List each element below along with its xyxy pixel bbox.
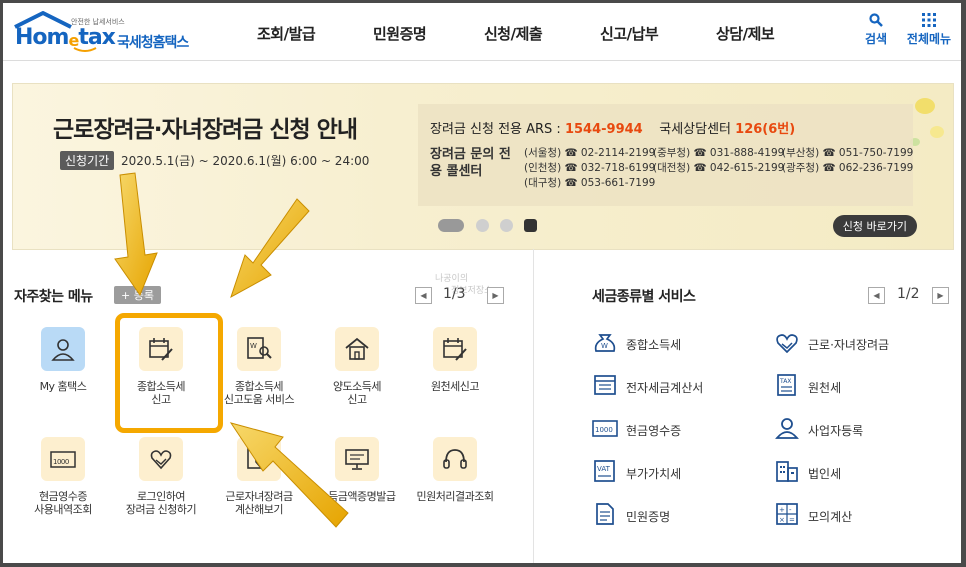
center-number: 126(6번) bbox=[735, 122, 796, 137]
regional-contacts: (서울청) ☎ 02-2114-2199(중부청) ☎ 031-888-4199… bbox=[524, 146, 914, 191]
menu-item-cash-receipt-history[interactable]: 1000 현금영수증 사용내역조회 bbox=[15, 437, 111, 516]
money-bag-icon: W bbox=[594, 334, 616, 352]
register-button[interactable]: + 등록 bbox=[114, 286, 161, 304]
ars-line: 장려금 신청 전용 ARS : 1544-9944 국세상담센터 126(6번) bbox=[430, 122, 796, 137]
carousel-dot-2[interactable] bbox=[476, 219, 489, 232]
apply-shortcut-button[interactable]: 신청 바로가기 bbox=[832, 215, 917, 237]
nav-civil-certificate[interactable]: 민원증명 bbox=[373, 23, 427, 44]
incentive-banner[interactable]: 근로장려금·자녀장려금 신청 안내 신청기간 2020.5.1(금) ~ 202… bbox=[12, 83, 954, 250]
nav-apply-submit[interactable]: 신청/제출 bbox=[484, 23, 543, 44]
contact-row: (대구청) ☎ 053-661-7199 bbox=[524, 177, 656, 189]
menu-item-incentive-calculator[interactable]: 근로자녀장려금 계산해보기 bbox=[211, 437, 307, 516]
svg-text:W: W bbox=[601, 342, 608, 350]
search-icon bbox=[869, 13, 883, 27]
person-icon bbox=[51, 339, 75, 361]
favorites-page-indicator: 1/3 bbox=[443, 286, 466, 302]
favorites-prev-button[interactable]: ◀ bbox=[415, 287, 432, 304]
menu-item-capital-gains-tax[interactable]: 양도소득세 신고 bbox=[309, 327, 405, 406]
svg-text:VAT: VAT bbox=[597, 465, 611, 473]
person-icon bbox=[775, 418, 799, 439]
nav-report-pay[interactable]: 신고/납부 bbox=[600, 23, 659, 44]
nav-inquiry-issue[interactable]: 조회/발급 bbox=[257, 23, 316, 44]
search-button[interactable]: 검색 bbox=[853, 13, 899, 47]
tax-prev-button[interactable]: ◀ bbox=[868, 287, 885, 304]
menu-item-civil-result[interactable]: 민원처리결과조회 bbox=[407, 437, 503, 503]
menu-item-withholding-tax[interactable]: 원천세신고 bbox=[407, 327, 503, 393]
menu-item-income-certificate[interactable]: 소득금액증명발급 bbox=[309, 437, 405, 503]
heart-hand-icon bbox=[776, 334, 798, 353]
all-menu-button[interactable]: 전체메뉴 bbox=[903, 13, 955, 47]
hometax-page: 안전한 납세서비스 Hometax 국세청홈택스 조회/발급 민원증명 신청/제… bbox=[3, 3, 961, 563]
ars-number: 1544-9944 bbox=[564, 122, 643, 137]
nav-consult-report[interactable]: 상담/제보 bbox=[716, 23, 775, 44]
favorites-next-button[interactable]: ▶ bbox=[487, 287, 504, 304]
document-search-icon: W bbox=[247, 337, 272, 359]
period-text: 2020.5.1(금) ~ 2020.6.1(월) 6:00 ~ 24:00 bbox=[121, 154, 370, 168]
heart-hand-icon bbox=[150, 450, 172, 470]
favorite-menu-title: 자주찾는 메뉴 bbox=[14, 289, 93, 305]
smile-icon bbox=[73, 47, 97, 52]
svg-text:W: W bbox=[250, 342, 257, 350]
banner-title: 근로장려금·자녀장려금 신청 안내 bbox=[53, 117, 358, 143]
tax-service-panel: 세금종류별 서비스 ◀ 1/2 ▶ W 종합소득세 근로·자녀장려금 전자세금계… bbox=[534, 249, 961, 563]
tax-page-indicator: 1/2 bbox=[897, 286, 920, 302]
svg-text:-: - bbox=[789, 506, 792, 514]
tax-doc-icon: TAX bbox=[777, 374, 796, 396]
header: 안전한 납세서비스 Hometax 국세청홈택스 조회/발급 민원증명 신청/제… bbox=[3, 3, 961, 61]
carousel-dot-1[interactable] bbox=[438, 219, 464, 232]
tax-next-button[interactable]: ▶ bbox=[932, 287, 949, 304]
svg-text:TAX: TAX bbox=[779, 378, 791, 385]
building-icon bbox=[776, 461, 798, 482]
carousel-dot-3[interactable] bbox=[500, 219, 513, 232]
highlight-box bbox=[115, 313, 223, 433]
invoice-icon bbox=[594, 375, 616, 395]
house-icon bbox=[345, 337, 369, 360]
menu-item-login-apply-incentive[interactable]: 로그인하여 장려금 신청하기 bbox=[113, 437, 209, 516]
contact-row: (인천청) ☎ 032-718-6199(대전청) ☎ 042-615-2199… bbox=[524, 162, 914, 174]
screenshot-frame: 안전한 납세서비스 Hometax 국세청홈택스 조회/발급 민원증명 신청/제… bbox=[0, 0, 966, 567]
headset-icon bbox=[443, 449, 467, 469]
vat-icon: VAT bbox=[594, 460, 615, 482]
monitor-doc-icon bbox=[345, 449, 369, 470]
contact-info-box: 장려금 신청 전용 ARS : 1544-9944 국세상담센터 126(6번)… bbox=[418, 104, 913, 206]
svg-text:×: × bbox=[779, 516, 785, 524]
carousel-stop-icon[interactable] bbox=[524, 219, 537, 232]
period-tag: 신청기간 bbox=[60, 151, 115, 170]
heart-calc-icon bbox=[247, 447, 269, 471]
contact-row: (서울청) ☎ 02-2114-2199(중부청) ☎ 031-888-4199… bbox=[524, 147, 914, 159]
svg-text:1000: 1000 bbox=[53, 458, 69, 466]
grid-menu-icon bbox=[922, 13, 936, 27]
tax-service-title: 세금종류별 서비스 bbox=[592, 289, 696, 305]
svg-text:+: + bbox=[779, 506, 785, 514]
hometax-logo[interactable]: 안전한 납세서비스 Hometax 국세청홈택스 bbox=[11, 9, 201, 53]
receipt-1000-icon: 1000 bbox=[592, 420, 618, 437]
calculator-icon: + -× = bbox=[776, 503, 798, 525]
receipt-1000-icon: 1000 bbox=[50, 451, 76, 468]
svg-text:=: = bbox=[789, 516, 795, 524]
svg-text:1000: 1000 bbox=[595, 426, 613, 434]
favorite-menu-panel: 자주찾는 메뉴 + 등록 나공이의 정보저장소 ◀ 1/3 ▶ My 홈택스 종… bbox=[3, 249, 534, 563]
menu-item-my-hometax[interactable]: My 홈택스 bbox=[15, 327, 111, 393]
logo-brand: Hometax bbox=[15, 25, 116, 50]
calendar-pen-icon bbox=[443, 338, 467, 361]
logo-korean-name: 국세청홈택스 bbox=[117, 35, 189, 51]
menu-item-income-tax-help[interactable]: W 종합소득세 신고도움 서비스 bbox=[211, 327, 307, 406]
document-icon bbox=[596, 503, 614, 525]
contact-title: 장려금 문의 전용 콜센터 bbox=[430, 147, 511, 179]
